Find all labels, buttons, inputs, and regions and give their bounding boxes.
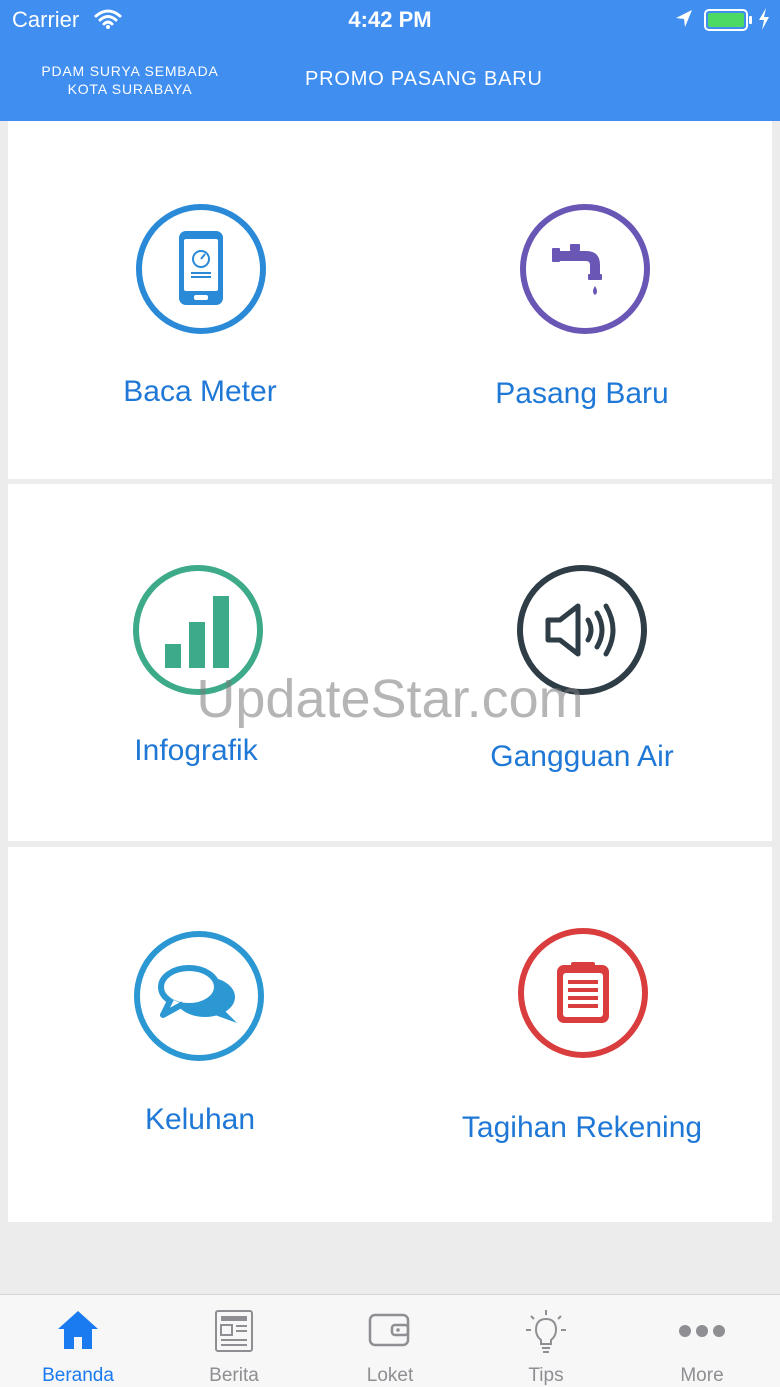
tab-more[interactable]: More bbox=[624, 1295, 780, 1387]
tab-beranda[interactable]: Beranda bbox=[0, 1295, 156, 1387]
tab-tips[interactable]: Tips bbox=[468, 1295, 624, 1387]
more-dots-icon bbox=[679, 1325, 725, 1337]
menu-tile-baca-meter[interactable]: Baca Meter bbox=[8, 121, 390, 479]
menu-tile-keluhan[interactable]: Keluhan bbox=[8, 847, 390, 1222]
home-icon bbox=[58, 1311, 98, 1349]
menu-card-1: Baca Meter Pasang Baru bbox=[8, 121, 772, 479]
newspaper-icon bbox=[215, 1310, 253, 1352]
tab-label: Berita bbox=[209, 1365, 259, 1386]
app-header: Carrier 4:42 PM PDAM SURYA SEMBADA KOTA … bbox=[0, 0, 780, 121]
tab-label: Loket bbox=[366, 1365, 414, 1386]
menu-tile-pasang-baru[interactable]: Pasang Baru bbox=[390, 121, 772, 479]
tab-bar: Beranda Berita Loket Tips More bbox=[0, 1294, 780, 1387]
app-title-line2: KOTA SURABAYA bbox=[67, 81, 193, 97]
menu-label: Tagihan Rekening bbox=[461, 1111, 703, 1144]
faucet-icon bbox=[520, 204, 650, 334]
menu-label: Keluhan bbox=[144, 1103, 256, 1136]
chat-bubbles-icon bbox=[134, 931, 264, 1061]
menu-label: Gangguan Air bbox=[490, 740, 674, 773]
menu-tile-tagihan-rekening[interactable]: Tagihan Rekening bbox=[390, 847, 772, 1222]
tab-label: Tips bbox=[528, 1365, 564, 1386]
watermark: UpdateStar.com bbox=[196, 669, 584, 729]
tab-berita[interactable]: Berita bbox=[156, 1295, 312, 1387]
menu-tile-infografik[interactable]: Infografik bbox=[8, 484, 390, 841]
promo-pasang-baru-link[interactable]: PROMO PASANG BARU bbox=[305, 68, 543, 91]
menu-tile-gangguan-air[interactable]: Gangguan Air bbox=[390, 484, 772, 841]
charging-bolt-icon bbox=[757, 7, 771, 36]
menu-card-3: Keluhan Tagihan Rekening bbox=[8, 847, 772, 1222]
menu-card-2: Infografik Gangguan Air bbox=[8, 484, 772, 841]
battery-icon bbox=[704, 8, 754, 37]
status-bar: Carrier 4:42 PM bbox=[0, 0, 780, 40]
clipboard-icon bbox=[518, 928, 648, 1058]
menu-label: Infografik bbox=[134, 734, 258, 767]
menu-label: Pasang Baru bbox=[495, 377, 669, 410]
menu-label: Baca Meter bbox=[123, 375, 277, 408]
clock: 4:42 PM bbox=[348, 7, 432, 32]
tab-loket[interactable]: Loket bbox=[312, 1295, 468, 1387]
app-title[interactable]: PDAM SURYA SEMBADA KOTA SURABAYA bbox=[20, 62, 240, 98]
phone-meter-icon bbox=[136, 204, 266, 334]
tab-label: Beranda bbox=[42, 1365, 114, 1386]
tab-label: More bbox=[680, 1365, 724, 1386]
wallet-icon bbox=[368, 1313, 410, 1347]
lightbulb-icon bbox=[526, 1310, 566, 1353]
app-title-line1: PDAM SURYA SEMBADA bbox=[41, 63, 219, 79]
location-arrow-icon bbox=[674, 8, 694, 35]
